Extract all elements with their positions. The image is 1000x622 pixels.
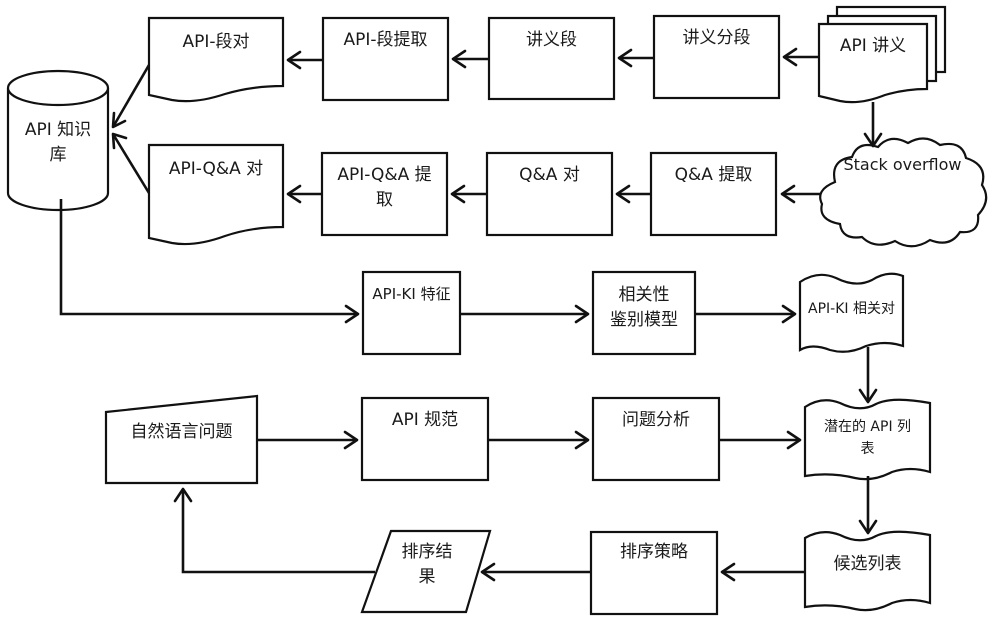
- label-qa-pair: Q&A 对: [519, 165, 580, 185]
- label-stack-overflow: Stack overflow: [843, 155, 962, 174]
- label-ranking-strategy: 排序策略: [620, 542, 688, 562]
- label-api-ki-relevant-pair: API-KI 相关对: [808, 301, 895, 317]
- label-handout-segmentation: 讲义分段: [682, 28, 751, 48]
- label-api-ki-feature: API-KI 特征: [372, 285, 451, 303]
- edge-qa-pair-to-kb: [111, 133, 151, 194]
- label-api-segment-extract: API-段提取: [343, 30, 428, 50]
- edge-segment-pair-to-kb: [111, 64, 151, 128]
- label-api-handout: API 讲义: [839, 36, 907, 56]
- label-api-segment-pair: API-段对: [182, 32, 250, 52]
- label-relevance-model: 相关性 鉴别模型: [610, 285, 678, 330]
- label-knowledge-base: API 知识 库: [24, 120, 92, 165]
- edge-result-to-question: [181, 489, 375, 574]
- label-ranking-result: 排序结 果: [401, 542, 453, 587]
- label-candidate-list: 候选列表: [833, 554, 902, 574]
- label-api-qa-extract: API-Q&A 提 取: [337, 165, 432, 210]
- label-api-qa-pair: API-Q&A 对: [168, 159, 264, 179]
- label-handout-segment: 讲义段: [526, 30, 577, 50]
- label-api-spec: API 规范: [391, 410, 459, 430]
- label-qa-extract: Q&A 提取: [674, 165, 753, 185]
- label-potential-api-list: 潜在的 API 列 表: [823, 419, 912, 457]
- label-nl-question: 自然语言问题: [130, 422, 233, 442]
- label-question-analysis: 问题分析: [622, 410, 690, 430]
